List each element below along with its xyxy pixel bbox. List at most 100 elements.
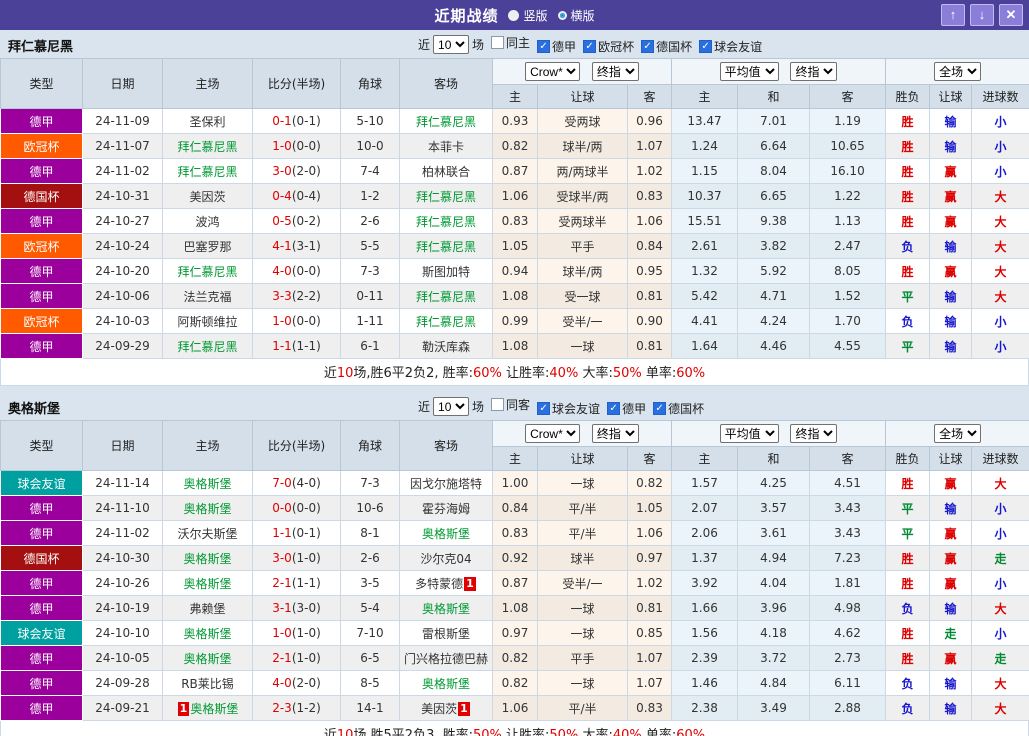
home-team[interactable]: 拜仁慕尼黑: [162, 133, 253, 159]
league-filter-checkbox[interactable]: 同客: [484, 396, 530, 413]
away-team[interactable]: 奥格斯堡: [399, 670, 493, 696]
home-team[interactable]: 奥格斯堡: [162, 570, 253, 596]
odds-source-select[interactable]: Crow*: [525, 424, 581, 443]
checkbox-checked-icon: ✓: [699, 40, 713, 53]
match-date: 24-09-29: [82, 333, 163, 359]
league-filter-checkbox[interactable]: ✓ 德甲: [530, 38, 576, 55]
halftime-score: (0-1): [291, 114, 321, 128]
home-team[interactable]: RB莱比锡: [162, 670, 253, 696]
home-team[interactable]: 波鸿: [162, 208, 253, 234]
home-team[interactable]: 圣保利: [162, 108, 253, 134]
league-filter-checkbox[interactable]: ✓ 德国杯: [646, 400, 704, 417]
halftime-score: (0-0): [291, 501, 321, 515]
home-team[interactable]: 巴塞罗那: [162, 233, 253, 259]
move-down-button[interactable]: ↓: [970, 4, 994, 26]
match-row: 德国杯 24-10-31 美因茨 0-4(0-4) 1-2 拜仁慕尼黑 1.06 受球半/两 0…: [0, 183, 1029, 209]
match-date: 24-11-07: [82, 133, 163, 159]
home-team[interactable]: 拜仁慕尼黑: [162, 333, 253, 359]
subcol-result-wdl: 胜负: [885, 84, 931, 109]
avg-final-select[interactable]: 终指: [790, 424, 838, 443]
away-team[interactable]: 柏林联合: [399, 158, 493, 184]
result-overunder: 大: [971, 183, 1029, 209]
away-team[interactable]: 门兴格拉德巴赫: [399, 645, 493, 671]
away-team[interactable]: 本菲卡: [399, 133, 493, 159]
games-count-select[interactable]: 10: [433, 397, 470, 416]
close-button[interactable]: ✕: [999, 4, 1023, 26]
league-badge: 德甲: [0, 158, 83, 184]
result-wdl: 负: [885, 695, 931, 721]
halftime-score: (3-0): [291, 601, 321, 615]
home-team[interactable]: 拜仁慕尼黑: [162, 158, 253, 184]
away-team[interactable]: 拜仁慕尼黑: [399, 233, 493, 259]
team-name: 因戈尔施塔特: [409, 476, 482, 491]
avg-home: 2.38: [671, 695, 739, 721]
fulltime-score: 2-1: [272, 651, 292, 665]
away-team[interactable]: 拜仁慕尼黑: [399, 283, 493, 309]
score: 4-0(2-0): [252, 670, 341, 696]
away-team[interactable]: 多特蒙德 1: [399, 570, 493, 596]
odds-final-select[interactable]: 终指: [591, 424, 639, 443]
league-filter-checkbox[interactable]: ✓ 球会友谊: [530, 400, 600, 417]
halftime-score: (1-0): [291, 551, 321, 565]
match-date: 24-11-02: [82, 520, 163, 546]
home-team[interactable]: 拜仁慕尼黑: [162, 258, 253, 284]
away-team[interactable]: 拜仁慕尼黑: [399, 308, 493, 334]
away-team[interactable]: 奥格斯堡: [399, 595, 493, 621]
avg-home: 15.51: [671, 208, 739, 234]
corner-score: 7-3: [340, 470, 400, 496]
away-team[interactable]: 雷根斯堡: [399, 620, 493, 646]
league-filter-checkbox[interactable]: ✓ 球会友谊: [692, 38, 762, 55]
avg-final-select[interactable]: 终指: [790, 62, 838, 81]
away-team[interactable]: 霍芬海姆: [399, 495, 493, 521]
away-team[interactable]: 勒沃库森: [399, 333, 493, 359]
record-summary: 近10场,胜6平2负2, 胜率:60% 让胜率:40% 大率:50% 单率:60…: [0, 359, 1029, 386]
odds-final-select[interactable]: 终指: [591, 62, 639, 81]
match-row: 德甲 24-10-06 法兰克福 3-3(2-2) 0-11 拜仁慕尼黑 1.08 受一球 0.…: [0, 283, 1029, 309]
league-filter-checkbox[interactable]: ✓ 德甲: [600, 400, 646, 417]
away-team[interactable]: 美因茨 1: [399, 695, 493, 721]
away-team[interactable]: 沙尔克04: [399, 545, 493, 571]
avg-source-select[interactable]: 平均值: [719, 62, 779, 81]
home-team[interactable]: 阿斯顿维拉: [162, 308, 253, 334]
score: 1-1(0-1): [252, 520, 341, 546]
avg-source-select[interactable]: 平均值: [719, 424, 779, 443]
away-team[interactable]: 拜仁慕尼黑: [399, 208, 493, 234]
match-date: 24-11-14: [82, 470, 163, 496]
match-date: 24-10-30: [82, 545, 163, 571]
league-filter-checkbox[interactable]: 同主: [484, 34, 530, 51]
odds-away: 0.81: [626, 595, 673, 621]
away-team[interactable]: 拜仁慕尼黑: [399, 183, 493, 209]
avg-draw: 4.04: [737, 570, 811, 596]
home-team[interactable]: 美因茨: [162, 183, 253, 209]
odds-source-select[interactable]: Crow*: [525, 62, 581, 81]
layout-radio-horizontal[interactable]: 横版: [558, 7, 595, 24]
home-team[interactable]: 法兰克福: [162, 283, 253, 309]
scope-select[interactable]: 全场: [934, 424, 982, 443]
checkbox-label: 同客: [506, 398, 531, 412]
away-team[interactable]: 拜仁慕尼黑: [399, 108, 493, 134]
league-filter-checkbox[interactable]: ✓ 欧冠杯: [576, 38, 634, 55]
scope-select[interactable]: 全场: [934, 62, 982, 81]
move-up-button[interactable]: ↑: [941, 4, 965, 26]
away-team[interactable]: 奥格斯堡: [399, 520, 493, 546]
away-team[interactable]: 因戈尔施塔特: [399, 470, 493, 496]
home-team[interactable]: 奥格斯堡: [162, 495, 253, 521]
league-badge: 欧冠杯: [0, 133, 83, 159]
avg-draw: 3.61: [737, 520, 811, 546]
league-badge: 德国杯: [0, 545, 83, 571]
away-team[interactable]: 斯图加特: [399, 258, 493, 284]
games-count-select[interactable]: 10: [433, 35, 470, 54]
home-team[interactable]: 沃尔夫斯堡: [162, 520, 253, 546]
league-filter-checkbox[interactable]: ✓ 德国杯: [634, 38, 692, 55]
home-team[interactable]: 奥格斯堡: [162, 545, 253, 571]
home-team[interactable]: 奥格斯堡: [162, 470, 253, 496]
home-team[interactable]: 奥格斯堡: [162, 620, 253, 646]
match-date: 24-09-21: [82, 695, 163, 721]
score: 0-4(0-4): [252, 183, 341, 209]
home-team[interactable]: 奥格斯堡: [162, 645, 253, 671]
layout-radio-vertical[interactable]: 竖版: [508, 7, 548, 24]
halftime-score: (0-1): [291, 526, 321, 540]
subcol-avg-draw: 和: [737, 446, 811, 471]
home-team[interactable]: 1 奥格斯堡: [162, 695, 253, 721]
home-team[interactable]: 弗赖堡: [162, 595, 253, 621]
